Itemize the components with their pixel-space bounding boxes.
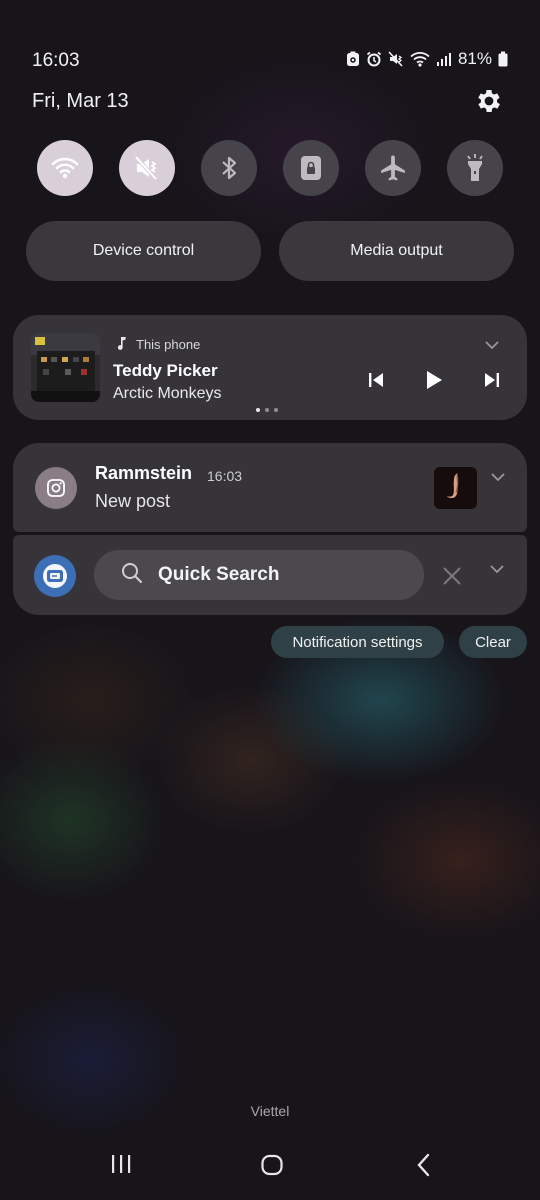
media-expand-chevron-icon[interactable] [485,337,499,355]
recent-apps-icon[interactable] [110,1153,132,1180]
device-control-button[interactable]: Device control [26,221,261,281]
notification-thumbnail [434,467,477,509]
album-art [31,333,100,402]
notification-time: 16:03 [207,468,243,484]
quick-search-expand-chevron-icon[interactable] [490,561,504,579]
clear-button[interactable]: Clear [459,626,527,658]
mute-icon [388,51,404,67]
media-page-indicator [256,408,278,412]
search-icon [120,561,144,590]
quick-search-notification[interactable]: Quick Search [13,535,527,615]
settings-gear-icon[interactable] [474,86,504,116]
page-dot [265,408,269,412]
portrait-lock-icon [299,154,323,182]
airplane-toggle[interactable] [365,140,421,196]
battery-saver-icon [346,51,360,67]
media-player-card[interactable]: This phone Teddy Picker Arctic Monkeys [13,315,527,420]
bluetooth-icon [218,154,240,182]
quick-search-bar[interactable]: Quick Search [94,550,424,600]
wifi-status-icon [410,51,430,67]
battery-icon [498,51,508,67]
signal-icon [436,51,452,67]
wifi-toggle[interactable] [37,140,93,196]
page-dot [274,408,278,412]
media-title: Teddy Picker [113,361,218,380]
previous-track-icon[interactable] [367,371,385,394]
music-note-icon [114,336,128,355]
notification-title: Rammstein [95,463,193,483]
next-track-icon[interactable] [483,371,501,394]
notification-settings-button[interactable]: Notification settings [271,626,444,658]
back-icon[interactable] [414,1153,434,1182]
notification-text: New post [95,491,171,511]
bluetooth-toggle[interactable] [201,140,257,196]
media-output-button[interactable]: Media output [279,221,514,281]
wifi-icon [51,156,79,180]
media-source-label: This phone [136,337,201,352]
close-icon[interactable] [442,566,462,591]
play-icon[interactable] [425,370,443,395]
battery-percent: 81% [457,49,492,68]
flashlight-toggle[interactable] [447,140,503,196]
status-icons: 81% [346,49,508,69]
home-icon[interactable] [260,1153,284,1182]
portrait-lock-toggle[interactable] [283,140,339,196]
quick-search-label: Quick Search [158,564,280,585]
date-label: Fri, Mar 13 [32,90,129,112]
carrier-label: Viettel [250,1103,290,1119]
status-time: 16:03 [32,50,80,71]
alarm-icon [366,51,382,67]
flashlight-icon [464,153,486,183]
mute-toggle-icon [133,154,161,182]
airplane-icon [378,153,408,183]
page-dot [256,408,260,412]
sound-toggle[interactable] [119,140,175,196]
quick-search-app-icon [34,555,76,597]
notification-expand-chevron-icon[interactable] [491,469,505,487]
media-artist: Arctic Monkeys [113,385,222,402]
instagram-icon [35,467,77,509]
instagram-notification[interactable]: Rammstein 16:03 New post [13,443,527,532]
